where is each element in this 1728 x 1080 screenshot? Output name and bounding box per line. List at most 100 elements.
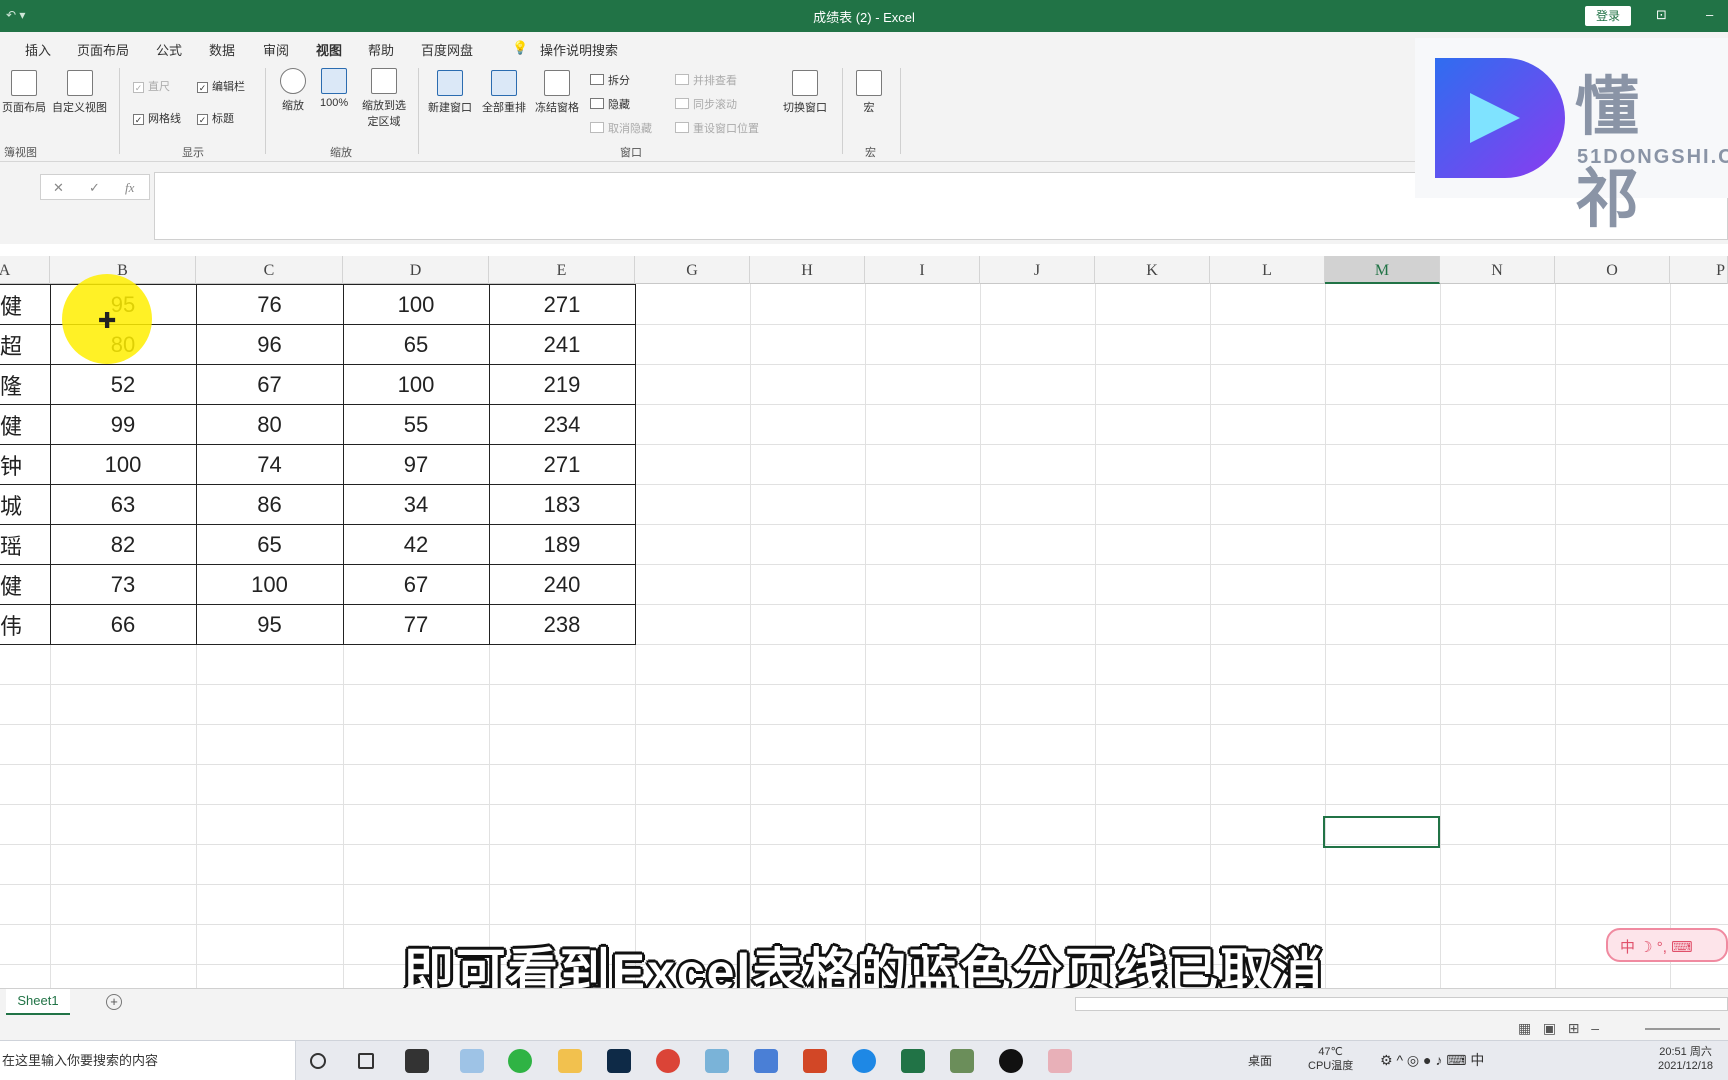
- tab-insert[interactable]: 插入: [25, 40, 51, 59]
- zoom-100-button[interactable]: 100%: [320, 68, 348, 109]
- split-button[interactable]: 拆分: [590, 72, 630, 88]
- photoshop-icon[interactable]: [607, 1049, 631, 1073]
- score-cell[interactable]: 95: [195, 604, 344, 645]
- score-cell[interactable]: 97: [342, 444, 490, 485]
- folder-icon[interactable]: [558, 1049, 582, 1073]
- col-header-i[interactable]: I: [865, 256, 980, 284]
- worksheet[interactable]: 健9576100271超809665241隆5267100219健9980552…: [0, 284, 1728, 988]
- score-cell[interactable]: 183: [488, 484, 636, 525]
- col-header-c[interactable]: C: [196, 256, 343, 284]
- app-icon[interactable]: [405, 1049, 429, 1073]
- page-layout-view-button[interactable]: 页面布局: [2, 70, 46, 115]
- name-cell[interactable]: 超: [0, 324, 51, 365]
- active-cell-m[interactable]: [1323, 816, 1440, 848]
- score-cell[interactable]: 65: [342, 324, 490, 365]
- app-icon[interactable]: [852, 1049, 876, 1073]
- col-header-a[interactable]: A: [0, 256, 50, 284]
- login-button[interactable]: 登录: [1585, 6, 1631, 26]
- name-cell[interactable]: 健: [0, 404, 51, 445]
- zoom-slider[interactable]: [1645, 1028, 1720, 1030]
- zoom-button[interactable]: 缩放: [280, 68, 306, 113]
- score-cell[interactable]: 100: [342, 364, 490, 405]
- score-cell[interactable]: 65: [195, 524, 344, 565]
- record-icon[interactable]: [999, 1049, 1023, 1073]
- col-header-p[interactable]: P: [1670, 256, 1728, 284]
- cancel-icon[interactable]: ✕: [53, 180, 64, 196]
- score-cell[interactable]: 100: [49, 444, 197, 485]
- name-cell[interactable]: 瑶: [0, 524, 51, 565]
- app-icon[interactable]: [754, 1049, 778, 1073]
- col-header-o[interactable]: O: [1555, 256, 1670, 284]
- switch-windows-button[interactable]: 切换窗口: [783, 70, 827, 115]
- sheet-tab-sheet1[interactable]: Sheet1: [6, 989, 70, 1015]
- app-icon[interactable]: [950, 1049, 974, 1073]
- name-cell[interactable]: 城: [0, 484, 51, 525]
- score-cell[interactable]: 66: [49, 604, 197, 645]
- task-view-icon[interactable]: [358, 1053, 374, 1069]
- wechat-icon[interactable]: [508, 1049, 532, 1073]
- powerpoint-icon[interactable]: [803, 1049, 827, 1073]
- score-cell[interactable]: 100: [342, 284, 490, 325]
- zoom-to-selection-button[interactable]: 缩放到选定区域: [360, 68, 408, 129]
- col-header-k[interactable]: K: [1095, 256, 1210, 284]
- score-cell[interactable]: 74: [195, 444, 344, 485]
- new-window-button[interactable]: 新建窗口: [428, 70, 472, 115]
- name-cell[interactable]: 健: [0, 564, 51, 605]
- app-icon[interactable]: [460, 1049, 484, 1073]
- score-cell[interactable]: 34: [342, 484, 490, 525]
- score-cell[interactable]: 234: [488, 404, 636, 445]
- ruler-checkbox[interactable]: ✓ 直尺: [133, 78, 170, 94]
- score-cell[interactable]: 73: [49, 564, 197, 605]
- formula-bar-checkbox[interactable]: ✓ 编辑栏: [197, 78, 245, 94]
- ribbon-display-icon[interactable]: ⊡: [1656, 7, 1667, 23]
- clock[interactable]: 20:51 周六 2021/12/18: [1658, 1045, 1713, 1073]
- score-cell[interactable]: 55: [342, 404, 490, 445]
- score-cell[interactable]: 86: [195, 484, 344, 525]
- score-cell[interactable]: 241: [488, 324, 636, 365]
- col-header-e[interactable]: E: [489, 256, 635, 284]
- score-cell[interactable]: 96: [195, 324, 344, 365]
- enter-icon[interactable]: ✓: [89, 180, 100, 196]
- tab-formulas[interactable]: 公式: [156, 40, 182, 59]
- desktop-label[interactable]: 桌面: [1248, 1054, 1272, 1068]
- arrange-all-button[interactable]: 全部重排: [482, 70, 526, 115]
- name-cell[interactable]: 钟: [0, 444, 51, 485]
- custom-views-button[interactable]: 自定义视图: [52, 70, 107, 115]
- cortana-icon[interactable]: [310, 1053, 326, 1069]
- sync-scroll-button[interactable]: 同步滚动: [675, 96, 737, 112]
- score-cell[interactable]: 271: [488, 444, 636, 485]
- col-header-n[interactable]: N: [1440, 256, 1555, 284]
- score-cell[interactable]: 219: [488, 364, 636, 405]
- col-header-m[interactable]: M: [1325, 256, 1440, 284]
- system-tray-icons[interactable]: ⚙ ^ ◎ ● ♪ ⌨ 中: [1380, 1053, 1484, 1067]
- score-cell[interactable]: 271: [488, 284, 636, 325]
- excel-icon[interactable]: [901, 1049, 925, 1073]
- score-cell[interactable]: 52: [49, 364, 197, 405]
- side-by-side-button[interactable]: 并排查看: [675, 72, 737, 88]
- unhide-button[interactable]: 取消隐藏: [590, 120, 652, 136]
- chrome-icon[interactable]: [656, 1049, 680, 1073]
- score-cell[interactable]: 82: [49, 524, 197, 565]
- name-cell[interactable]: 伟: [0, 604, 51, 645]
- score-cell[interactable]: 99: [49, 404, 197, 445]
- col-header-g[interactable]: G: [635, 256, 750, 284]
- tab-view[interactable]: 视图: [316, 40, 343, 64]
- view-mode-icons[interactable]: ▦ ▣ ⊞ –: [1518, 1020, 1599, 1037]
- horizontal-scrollbar[interactable]: [1075, 997, 1728, 1011]
- ime-toolbar[interactable]: 中 ☽ °, ⌨: [1606, 928, 1728, 962]
- col-header-j[interactable]: J: [980, 256, 1095, 284]
- score-cell[interactable]: 76: [195, 284, 344, 325]
- tab-help[interactable]: 帮助: [368, 40, 394, 59]
- score-cell[interactable]: 100: [195, 564, 344, 605]
- score-cell[interactable]: 240: [488, 564, 636, 605]
- tab-baidu-netdisk[interactable]: 百度网盘: [421, 40, 473, 59]
- headings-checkbox[interactable]: ✓ 标题: [197, 110, 234, 126]
- taskbar-search[interactable]: 在这里输入你要搜索的内容: [0, 1041, 296, 1080]
- tell-me-search[interactable]: 操作说明搜索: [540, 40, 618, 59]
- tab-review[interactable]: 审阅: [263, 40, 289, 59]
- name-cell[interactable]: 隆: [0, 364, 51, 405]
- freeze-panes-button[interactable]: 冻结窗格: [535, 70, 579, 115]
- score-cell[interactable]: 238: [488, 604, 636, 645]
- add-sheet-icon[interactable]: +: [106, 994, 122, 1010]
- score-cell[interactable]: 42: [342, 524, 490, 565]
